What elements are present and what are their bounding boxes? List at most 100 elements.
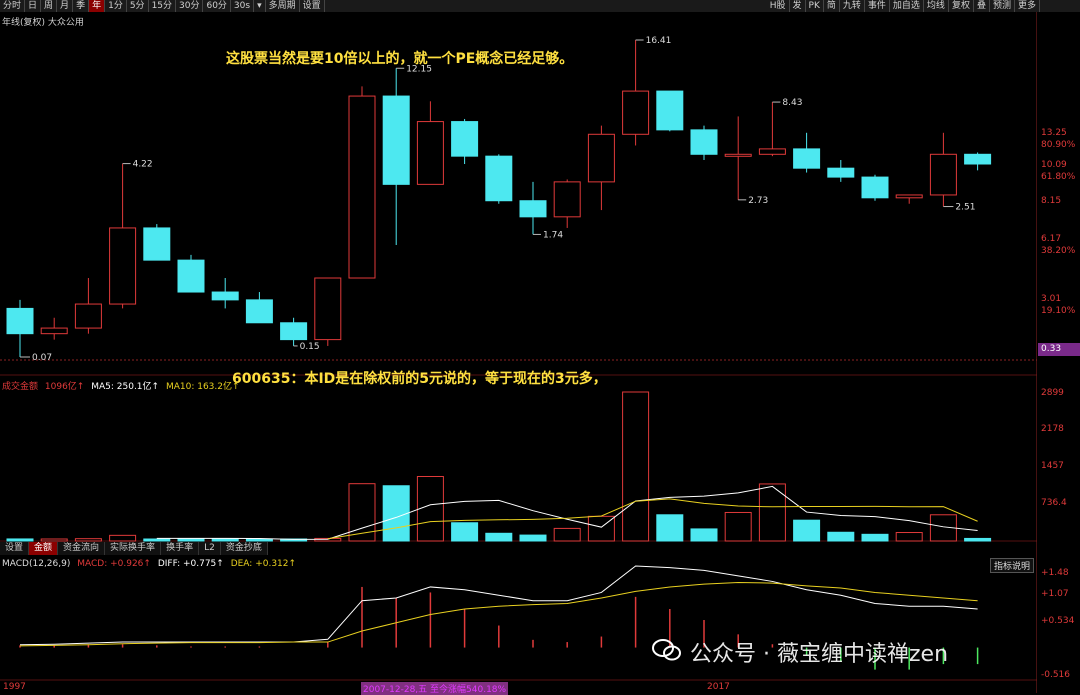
macd-header: MACD(12,26,9) MACD: +0.926↑ DIFF: +0.775… — [2, 559, 300, 569]
volume-bar-2 — [74, 538, 102, 542]
volume-bar-16 — [553, 527, 581, 542]
volume-bar-14 — [485, 532, 513, 542]
candle-body-19 — [656, 90, 684, 131]
priceAxis-label-7: 3.01 — [1041, 294, 1062, 304]
volAxis-label-3: 736.4 — [1041, 498, 1067, 508]
price-mark-p6: 16.41 — [646, 36, 672, 46]
price-mark-p7: 8.43 — [782, 98, 802, 108]
candle-body-5 — [177, 259, 205, 293]
candle-body-26 — [895, 194, 923, 199]
indicator-tab-4[interactable]: 换手率 — [161, 542, 200, 555]
indicator-tab-6[interactable]: 资金抄底 — [221, 542, 268, 555]
candle-body-23 — [793, 148, 821, 169]
current-price-badge: 0.33 — [1038, 343, 1080, 356]
volAxis-label-1: 2178 — [1041, 424, 1064, 434]
candle-body-0 — [6, 307, 34, 335]
macd-label: MACD(12,26,9) — [2, 559, 71, 569]
volume-bar-15 — [519, 534, 547, 542]
macdAxis-label-3: -0.516 — [1041, 670, 1071, 680]
priceAxis-label-6: 38.20% — [1041, 246, 1076, 256]
macdAxis-label-1: +1.07 — [1041, 589, 1069, 599]
candle-body-13 — [451, 121, 479, 157]
volume-bar-20 — [690, 528, 718, 542]
indicator-tabs: 设置 金额 资金流向 实际换手率 换手率 L2 资金抄底 — [0, 542, 268, 555]
priceAxis-label-4: 8.15 — [1041, 196, 1062, 206]
candle-body-27 — [929, 153, 957, 196]
candle-body-17 — [587, 133, 615, 183]
volume-label: 成交金额 — [2, 382, 39, 392]
candle-body-11 — [382, 95, 410, 185]
price-mark-p9: 2.51 — [955, 203, 975, 213]
candle-body-20 — [690, 129, 718, 155]
indicator-tab-0[interactable]: 设置 — [0, 542, 30, 555]
candle-body-1 — [40, 327, 68, 335]
volAxis-label-2: 1457 — [1041, 461, 1064, 471]
candle-body-9 — [314, 277, 342, 341]
dea-value: DEA: +0.312↑ — [230, 559, 297, 569]
annotation-mid: 600635：本ID是在除权前的5元说的，等于现在的3元多， — [232, 371, 607, 387]
indicator-tab-2[interactable]: 资金流向 — [58, 542, 106, 555]
priceAxis-label-1: 80.90% — [1041, 140, 1076, 150]
indicator-tab-1[interactable]: 金额 — [29, 542, 59, 555]
macd-value: MACD: +0.926↑ — [77, 559, 151, 569]
candle-body-14 — [485, 155, 513, 202]
candle-body-4 — [143, 227, 171, 261]
priceAxis-label-0: 13.25 — [1041, 128, 1067, 138]
ma5-value: MA5: 250.1亿↑ — [91, 382, 160, 392]
candle-body-16 — [553, 181, 581, 218]
volume-bar-21 — [724, 511, 752, 542]
candle-body-18 — [622, 90, 650, 135]
volume-bar-11 — [382, 485, 410, 542]
date-2017: 2017 — [707, 682, 730, 692]
price-mark-p2: 4.22 — [133, 160, 153, 170]
diff-value: DIFF: +0.775↑ — [157, 559, 224, 569]
volume-bar-5 — [177, 538, 205, 542]
price-mark-p3: 0.15 — [300, 342, 320, 352]
volume-bar-25 — [861, 533, 889, 542]
annotation-top: 这股票当然是要10倍以上的，就一个PE概念已经足够。 — [226, 51, 574, 67]
date-start: 1997 — [3, 682, 26, 692]
volume-bar-12 — [416, 475, 444, 542]
volume-bar-13 — [451, 522, 479, 542]
priceAxis-label-3: 61.80% — [1041, 172, 1076, 182]
candle-body-3 — [109, 227, 137, 305]
priceAxis-label-5: 6.17 — [1041, 234, 1062, 244]
macdAxis-label-2: +0.534 — [1041, 616, 1075, 626]
priceAxis-label-8: 19.10% — [1041, 306, 1076, 316]
candle-body-8 — [280, 322, 308, 341]
volume-bar-22 — [758, 483, 786, 542]
volume-bar-26 — [895, 532, 923, 542]
candle-body-22 — [758, 148, 786, 155]
volume-bar-3 — [109, 534, 137, 542]
volume-bar-1 — [40, 538, 68, 542]
candle-body-2 — [74, 303, 102, 329]
wechat-icon — [652, 639, 681, 661]
ma10-value: MA10: 163.2亿↑ — [165, 382, 240, 392]
volume-bar-0 — [6, 538, 34, 542]
candle-body-12 — [416, 121, 444, 185]
volume-bar-19 — [656, 514, 684, 542]
priceAxis-label-2: 10.09 — [1041, 160, 1067, 170]
price-mark-p1: 0.07 — [32, 353, 52, 363]
indicator-tab-3[interactable]: 实际换手率 — [105, 542, 162, 555]
watermark: 公众号 · 薇宝缠中读禅zen — [690, 642, 949, 667]
candle-body-28 — [964, 153, 992, 165]
price-mark-p8: 2.73 — [748, 196, 768, 206]
price-mark-p5: 1.74 — [543, 230, 563, 240]
volume-value: 1096亿↑ — [44, 382, 85, 392]
volume-bar-28 — [964, 537, 992, 542]
volume-bar-23 — [793, 519, 821, 542]
candle-body-25 — [861, 176, 889, 199]
indicator-tab-5[interactable]: L2 — [199, 542, 221, 555]
macdAxis-label-0: +1.48 — [1041, 568, 1069, 578]
indicator-help-button[interactable]: 指标说明 — [990, 558, 1035, 573]
candle-body-10 — [348, 95, 376, 279]
candle-body-7 — [245, 299, 273, 324]
volume-bar-7 — [245, 538, 273, 542]
volume-bar-6 — [211, 538, 239, 542]
volume-bar-24 — [827, 531, 855, 542]
volume-bar-10 — [348, 483, 376, 542]
date-highlight: 2007-12-28,五 至今涨幅540.18% — [361, 682, 509, 695]
volAxis-label-0: 2899 — [1041, 388, 1064, 398]
volume-header: 成交金额 1096亿↑ MA5: 250.1亿↑ MA10: 163.2亿↑ — [2, 379, 244, 392]
